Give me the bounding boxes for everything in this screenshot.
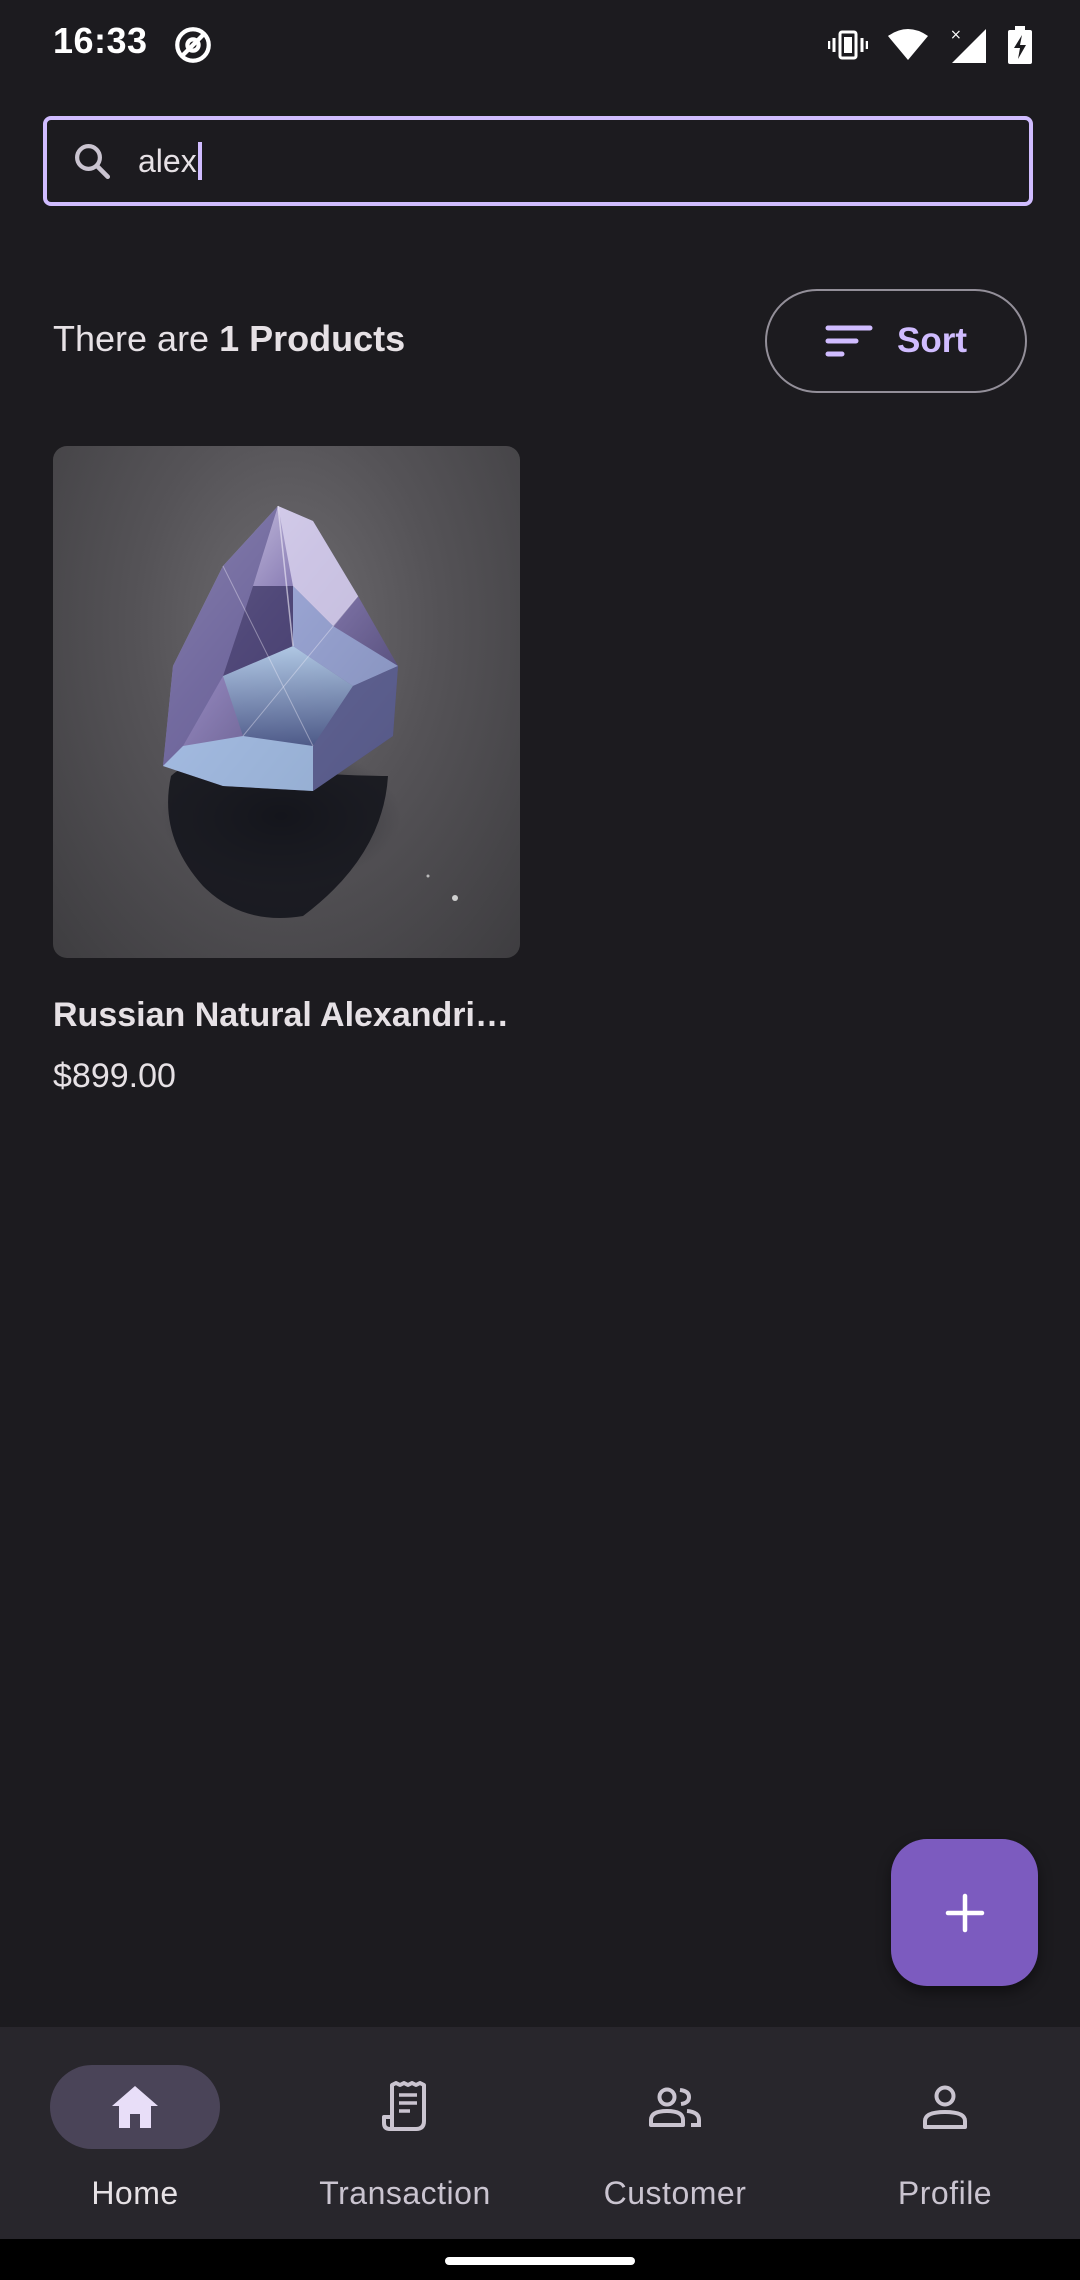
product-count-text: There are 1 Products [53, 318, 405, 360]
nav-item-profile[interactable]: Profile [810, 2027, 1080, 2239]
nav-item-customer-indicator [590, 2065, 760, 2149]
sort-button[interactable]: Sort [765, 289, 1027, 393]
nav-item-home[interactable]: Home [0, 2027, 270, 2239]
nav-item-home-indicator [50, 2065, 220, 2149]
wifi-icon [888, 29, 928, 60]
home-icon [112, 2086, 158, 2128]
nav-item-profile-label: Profile [897, 2175, 993, 2211]
product-name: Russian Natural Alexandri… [53, 996, 509, 1034]
nav-item-customer-label: Customer [603, 2175, 747, 2211]
nav-item-customer[interactable]: Customer [540, 2027, 810, 2239]
text-caret [197, 142, 202, 180]
product-card[interactable]: Russian Natural Alexandri… $899.00 [53, 446, 520, 1096]
search-input[interactable]: alex [138, 134, 998, 188]
status-icons: × [828, 22, 1032, 68]
nav-item-transaction-label: Transaction [319, 2175, 491, 2211]
at-sign-icon [175, 27, 211, 63]
home-gesture-handle[interactable] [445, 2257, 635, 2265]
gesture-navigation-bar [0, 2239, 1080, 2280]
gemstone-image [161, 505, 458, 918]
search-field[interactable]: alex [43, 116, 1033, 206]
people-icon [649, 2087, 701, 2127]
product-image [53, 446, 520, 958]
person-icon [923, 2085, 967, 2129]
cellular-signal-icon: × [950, 27, 986, 63]
screen: 16:33 × alex There are 1 Products Sort R… [0, 0, 1080, 2280]
nav-item-transaction-indicator [320, 2065, 490, 2149]
add-product-button[interactable] [891, 1839, 1038, 1986]
nav-item-profile-indicator [860, 2065, 1030, 2149]
product-count-prefix: There are [53, 318, 220, 359]
search-input-value: alex [138, 142, 197, 179]
nav-item-transaction[interactable]: Transaction [270, 2027, 540, 2239]
battery-charging-icon [1008, 26, 1032, 64]
status-bar: 16:33 × [0, 0, 1080, 92]
nav-item-home-label: Home [91, 2175, 179, 2211]
svg-text:×: × [950, 27, 962, 43]
sort-button-label: Sort [897, 321, 967, 360]
plus-icon [945, 1893, 984, 1932]
receipt-icon [382, 2081, 426, 2131]
search-icon [75, 144, 111, 180]
product-price: $899.00 [53, 1057, 176, 1095]
sort-icon [825, 325, 873, 357]
status-time: 16:33 [53, 20, 148, 61]
product-count-value: 1 Products [219, 318, 406, 359]
bottom-navigation: Home Transaction Customer Profile [0, 2027, 1080, 2239]
vibrate-icon [828, 30, 868, 60]
